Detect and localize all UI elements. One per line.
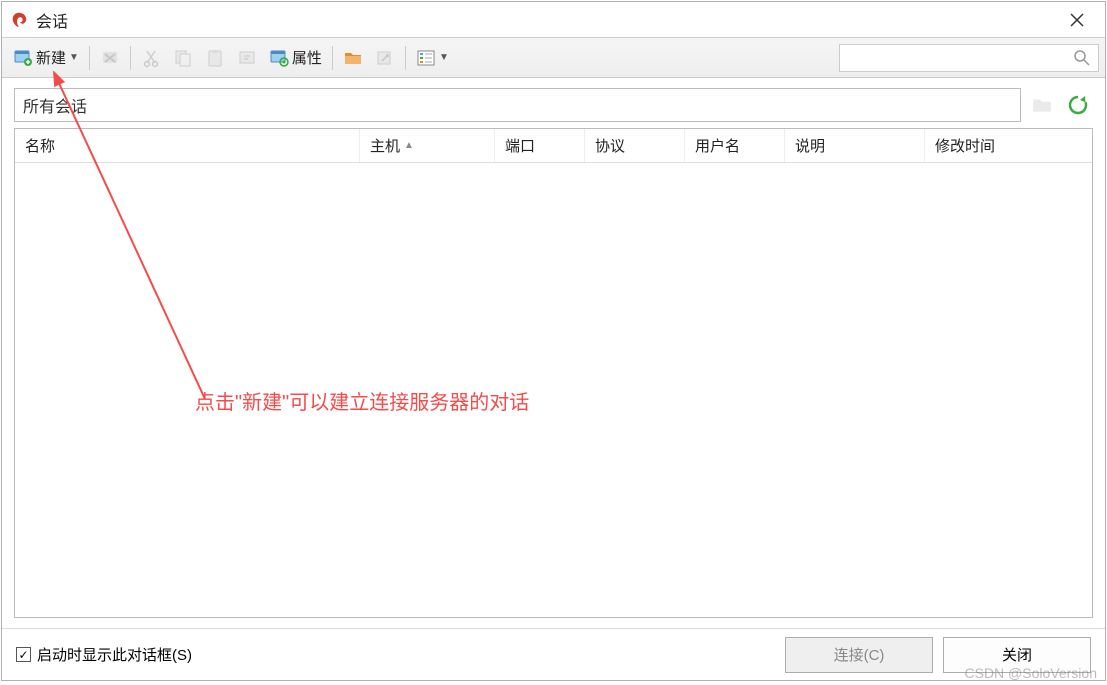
search-icon [1072, 48, 1092, 68]
cut-button[interactable] [136, 43, 166, 73]
rename-button[interactable] [232, 43, 262, 73]
delete-button[interactable] [95, 43, 125, 73]
content-area: 所有会话 名称 主机▲ 端口 协议 用户名 说明 修改时间 [2, 78, 1105, 628]
folder-button[interactable] [338, 43, 368, 73]
paste-icon [205, 48, 225, 68]
column-name[interactable]: 名称 [15, 129, 360, 162]
table-header: 名称 主机▲ 端口 协议 用户名 说明 修改时间 [15, 129, 1092, 163]
column-modified[interactable]: 修改时间 [925, 129, 1092, 162]
new-session-icon [13, 48, 33, 68]
checkbox-icon: ✓ [16, 647, 31, 662]
titlebar: 会话 [2, 2, 1105, 38]
path-value: 所有会话 [23, 93, 87, 117]
show-on-startup-checkbox[interactable]: ✓ 启动时显示此对话框(S) [16, 644, 192, 665]
path-row: 所有会话 [14, 88, 1093, 122]
show-on-startup-label: 启动时显示此对话框(S) [37, 644, 192, 665]
toolbar: 新建 ▼ [2, 38, 1105, 78]
new-button-label: 新建 [36, 47, 66, 68]
column-username[interactable]: 用户名 [685, 129, 785, 162]
link-icon [375, 48, 395, 68]
link-button[interactable] [370, 43, 400, 73]
toolbar-separator [332, 46, 333, 70]
connect-button[interactable]: 连接(C) [785, 637, 933, 673]
cut-icon [141, 48, 161, 68]
rename-icon [237, 48, 257, 68]
app-icon [10, 11, 28, 29]
session-dialog: 会话 新建 ▼ [1, 1, 1106, 681]
path-folder-button[interactable] [1027, 90, 1057, 120]
view-button[interactable]: ▼ [411, 43, 454, 73]
toolbar-separator [130, 46, 131, 70]
refresh-button[interactable] [1063, 90, 1093, 120]
column-description[interactable]: 说明 [785, 129, 925, 162]
folder-icon [343, 48, 363, 68]
path-input[interactable]: 所有会话 [14, 88, 1021, 122]
toolbar-search[interactable] [839, 44, 1099, 72]
copy-icon [173, 48, 193, 68]
paste-button[interactable] [200, 43, 230, 73]
close-button[interactable]: 关闭 [943, 637, 1091, 673]
new-button[interactable]: 新建 ▼ [8, 43, 84, 73]
column-protocol[interactable]: 协议 [585, 129, 685, 162]
dropdown-arrow-icon: ▼ [69, 52, 79, 63]
column-host[interactable]: 主机▲ [360, 129, 495, 162]
table-body[interactable] [15, 163, 1092, 617]
window-title: 会话 [36, 8, 1057, 32]
properties-button-label: 属性 [292, 47, 322, 68]
properties-button[interactable]: 属性 [264, 43, 327, 73]
sort-asc-icon: ▲ [404, 140, 414, 151]
bottom-bar: ✓ 启动时显示此对话框(S) 连接(C) 关闭 [2, 628, 1105, 680]
close-window-button[interactable] [1057, 5, 1097, 35]
view-list-icon [416, 48, 436, 68]
delete-icon [100, 48, 120, 68]
copy-button[interactable] [168, 43, 198, 73]
properties-icon [269, 48, 289, 68]
toolbar-separator [405, 46, 406, 70]
session-table: 名称 主机▲ 端口 协议 用户名 说明 修改时间 [14, 128, 1093, 618]
column-port[interactable]: 端口 [495, 129, 585, 162]
dropdown-arrow-icon: ▼ [439, 52, 449, 63]
toolbar-separator [89, 46, 90, 70]
